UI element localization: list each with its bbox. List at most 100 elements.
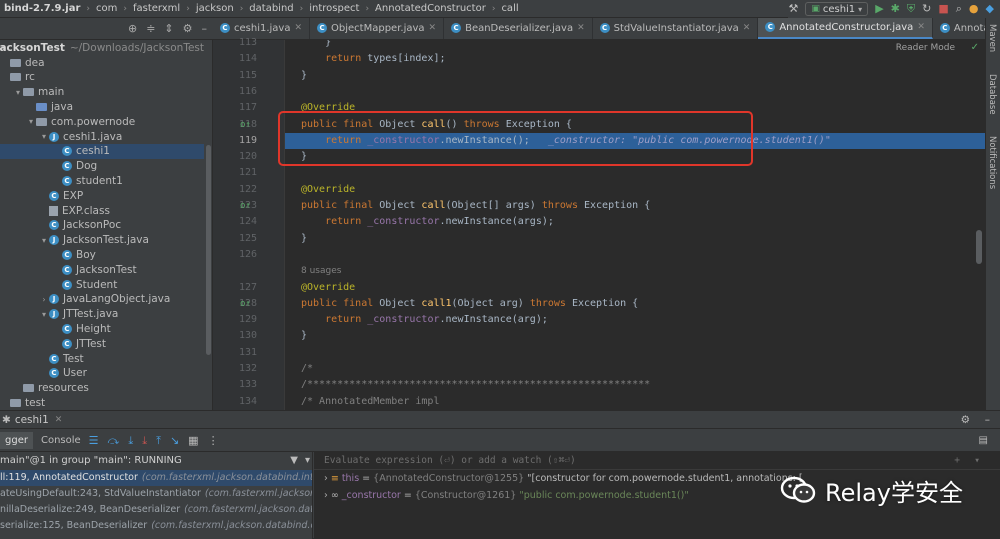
step-into-icon[interactable]: ⤓ <box>128 434 133 448</box>
run-icon[interactable]: ▶ <box>875 3 883 15</box>
tree-item[interactable]: ▾ Jceshi1.java <box>0 129 204 144</box>
code-line[interactable]: /***************************************… <box>285 377 985 393</box>
code-line[interactable]: public final Object call(Object[] args) … <box>285 198 985 214</box>
close-icon[interactable]: ✕ <box>49 415 63 425</box>
hide-icon[interactable]: – <box>202 22 208 35</box>
editor-tab[interactable]: C BeanDeserializer.java ✕ <box>444 18 593 39</box>
breadcrumb-item[interactable]: introspect <box>305 0 363 17</box>
tree-item[interactable]: dea <box>0 55 204 70</box>
breadcrumb-item[interactable]: jackson <box>192 0 238 17</box>
tree-item[interactable]: C User <box>0 366 204 381</box>
tree-item[interactable]: resources <box>0 381 204 396</box>
filter-icon[interactable]: ▼ <box>290 452 298 470</box>
locate-icon[interactable]: ⊕ <box>128 22 137 35</box>
code-line[interactable]: @Override <box>285 182 985 198</box>
evaluate-icon[interactable]: ▦ <box>188 434 198 447</box>
close-icon[interactable]: ✕ <box>429 23 437 33</box>
code-line[interactable]: return types[index]; <box>285 51 985 67</box>
step-out-icon[interactable]: ⤒ <box>156 434 161 448</box>
code-line[interactable]: 8 usages <box>285 263 985 279</box>
breadcrumb-item[interactable]: databind <box>245 0 297 17</box>
side-tool-notifications[interactable]: Notifications <box>987 136 997 189</box>
more-icon[interactable]: ⋮ <box>208 434 219 447</box>
gear-icon[interactable]: ⚙ <box>183 22 193 35</box>
coverage-icon[interactable]: ⛨ <box>907 3 915 15</box>
close-icon[interactable]: ✕ <box>577 23 585 33</box>
run-configuration-selector[interactable]: ▣ ceshi1 ▾ <box>805 2 869 16</box>
tree-item[interactable]: ▾ main <box>0 85 204 100</box>
breadcrumb-item[interactable]: call <box>497 0 522 17</box>
tree-item[interactable]: C Test <box>0 351 204 366</box>
code-line[interactable]: } <box>285 231 985 247</box>
tree-item[interactable]: EXP.class <box>0 203 204 218</box>
tree-item[interactable]: › J JavaLangObject.java <box>0 292 204 307</box>
tree-scrollbar[interactable] <box>204 40 213 410</box>
debug-icon[interactable]: ✱ <box>891 3 900 15</box>
side-tool-database[interactable]: Database <box>987 74 997 115</box>
force-step-into-icon[interactable]: ⤓ <box>142 434 147 448</box>
build-icon[interactable]: ⚒ <box>788 3 798 15</box>
chevron-down-icon[interactable]: ▾ <box>305 452 310 470</box>
chevron-right-icon[interactable]: › <box>324 473 331 484</box>
code-line[interactable] <box>285 345 985 361</box>
plugin-icon[interactable]: ◆ <box>986 3 994 15</box>
expand-icon[interactable]: ⇕ <box>164 22 173 35</box>
stop-icon[interactable]: ■ <box>938 3 948 15</box>
tree-item[interactable]: ▾ J JTTest.java <box>0 307 204 322</box>
search-icon[interactable]: ⌕ <box>956 3 962 15</box>
tree-item[interactable]: Cstudent1 <box>0 173 204 188</box>
add-watch-icon[interactable]: + <box>954 452 960 470</box>
stack-frame[interactable]: ateUsingDefault:243, StdValueInstantiato… <box>0 486 312 502</box>
show-execution-point-icon[interactable]: ☰ <box>89 434 99 447</box>
layout-icon[interactable]: ▤ <box>979 435 988 446</box>
stack-frame[interactable]: serialize:125, BeanDeserializer (com.fast… <box>0 518 312 534</box>
breadcrumb-item[interactable]: com <box>92 0 121 17</box>
project-root[interactable]: ▾ acksonTest ~/Downloads/JacksonTest <box>0 40 204 55</box>
tree-item[interactable]: ▾ J JacksonTest.java <box>0 233 204 248</box>
gear-icon[interactable]: ⚙ <box>961 414 970 426</box>
editor-tab[interactable]: C StdValueInstantiator.java ✕ <box>593 18 759 39</box>
tree-item[interactable]: C Height <box>0 321 204 336</box>
close-icon[interactable]: ✕ <box>743 23 751 33</box>
code-line[interactable] <box>285 165 985 181</box>
override-marker-icon[interactable]: o↑ <box>240 120 251 130</box>
code-line[interactable]: return _constructor.newInstance(args); <box>285 214 985 230</box>
debug-session-tab[interactable]: ceshi1 <box>15 414 49 426</box>
breadcrumb-item[interactable]: fasterxml <box>129 0 184 17</box>
code-line[interactable]: /* <box>285 361 985 377</box>
side-tool-maven[interactable]: Maven <box>987 24 997 52</box>
tree-item[interactable]: C JacksonPoc <box>0 218 204 233</box>
tab-debugger[interactable]: gger <box>0 432 33 449</box>
code-line[interactable]: } <box>285 328 985 344</box>
tree-item[interactable]: ▾ com.powernode <box>0 114 204 129</box>
close-icon[interactable]: ✕ <box>294 23 302 33</box>
run-to-cursor-icon[interactable]: ↘ <box>170 434 179 447</box>
code-line[interactable]: @Override <box>285 280 985 296</box>
stack-frame[interactable]: ll:119, AnnotatedConstructor (com.fasterx… <box>0 470 312 486</box>
code-editor[interactable]: Reader Mode ✓ } return types[index];} @Ov… <box>285 40 985 410</box>
step-over-icon[interactable]: ⤼ <box>108 434 120 448</box>
code-line[interactable]: /* AnnotatedMember impl <box>285 394 985 410</box>
collapse-icon[interactable]: ≑ <box>146 22 155 35</box>
breadcrumb-item[interactable]: AnnotatedConstructor <box>371 0 490 17</box>
chevron-right-icon[interactable]: › <box>324 490 331 501</box>
thread-selector[interactable]: main"@1 in group "main": RUNNING ▼ ▾ <box>0 452 312 470</box>
override-marker-icon[interactable]: o↑ <box>240 299 251 309</box>
hide-icon[interactable]: – <box>985 414 990 426</box>
tree-item[interactable]: C Boy <box>0 247 204 262</box>
tree-item[interactable]: C Student <box>0 277 204 292</box>
updates-icon[interactable]: ● <box>969 3 979 15</box>
tab-console[interactable]: Console <box>41 435 81 446</box>
tree-item[interactable]: C Dog <box>0 159 204 174</box>
code-line[interactable]: return _constructor.newInstance(arg); <box>285 312 985 328</box>
tree-item[interactable]: rc <box>0 70 204 85</box>
tree-scroll-thumb[interactable] <box>206 145 211 355</box>
code-line[interactable] <box>285 247 985 263</box>
tree-item[interactable]: java <box>0 99 204 114</box>
code-line[interactable]: } <box>285 40 985 51</box>
tree-item[interactable]: C EXP <box>0 188 204 203</box>
override-marker-icon[interactable]: o↑ <box>240 201 251 211</box>
chevron-down-icon[interactable]: ▾ <box>974 452 980 470</box>
editor-tab[interactable]: C ObjectMapper.java ✕ <box>310 18 445 39</box>
code-line[interactable] <box>285 84 985 100</box>
